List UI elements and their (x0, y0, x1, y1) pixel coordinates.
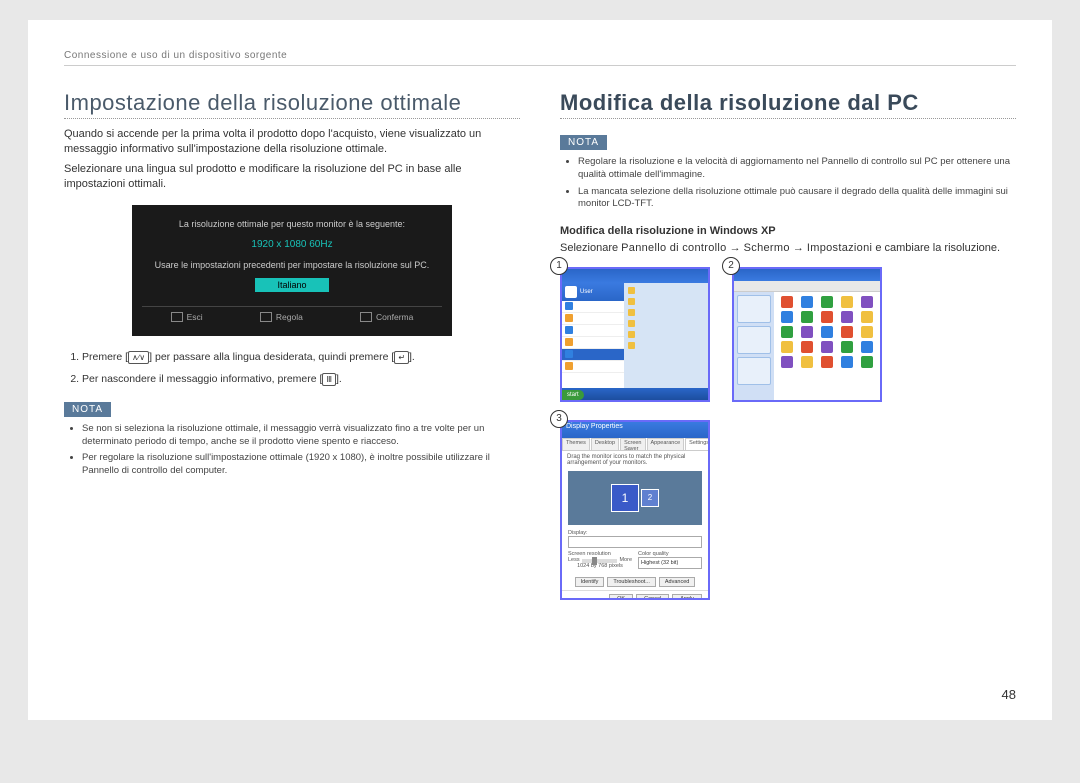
thumb-3-wrap: 3 Display Properties Themes Desktop Scre… (560, 420, 710, 600)
instruction-line: Selezionare Pannello di controllo → Sche… (560, 241, 1016, 256)
thumbnail-row-1: 1 User (560, 267, 1016, 402)
left-paragraph-2: Selezionare una lingua sul prodotto e mo… (64, 162, 520, 193)
nota-badge-right: NOTA (560, 135, 607, 150)
dp-ok-row: OK Cancel Apply (562, 590, 708, 600)
thumb-start-menu: User (560, 267, 710, 402)
dp-desc: Drag the monitor icons to match the phys… (562, 451, 708, 469)
left-column: Impostazione della risoluzione ottimale … (64, 90, 520, 600)
left-paragraph-1: Quando si accende per la prima volta il … (64, 127, 520, 158)
osd-esci: Esci (171, 312, 203, 323)
osd-screenshot: La risoluzione ottimale per questo monit… (132, 205, 452, 337)
start-button: start (562, 390, 584, 400)
steps-list: Premere [∧∕∨] per passare alla lingua de… (64, 350, 520, 388)
dp-monitor-2: 2 (641, 489, 659, 507)
osd-text-2: Usare le impostazioni precedenti per imp… (142, 260, 442, 270)
osd-regola: Regola (260, 312, 303, 323)
path-impostazioni: Impostazioni (807, 242, 872, 254)
osd-button-bar: Esci Regola Conferma (142, 306, 442, 323)
nota-left-item-1: Se non si seleziona la risoluzione ottim… (82, 423, 520, 449)
thumb-3-number: 3 (550, 410, 568, 428)
thumb-2-wrap: 2 (732, 267, 882, 402)
thumb-1-number: 1 (550, 257, 568, 275)
dp-monitor-1: 1 (611, 484, 639, 512)
document-page: Connessione e uso di un dispositivo sorg… (28, 20, 1052, 720)
right-title: Modifica della risoluzione dal PC (560, 90, 1016, 119)
left-title: Impostazione della risoluzione ottimale (64, 90, 520, 119)
subheading-xp: Modifica della risoluzione in Windows XP (560, 225, 1016, 237)
right-column: Modifica della risoluzione dal PC NOTA R… (560, 90, 1016, 600)
step-1: Premere [∧∕∨] per passare alla lingua de… (82, 350, 520, 366)
chapter-header: Connessione e uso di un dispositivo sorg… (64, 50, 1016, 66)
dp-mid-buttons: Identify Troubleshoot... Advanced (562, 574, 708, 590)
osd-text-1: La risoluzione ottimale per questo monit… (142, 219, 442, 229)
step-2: Per nascondere il messaggio informativo,… (82, 372, 520, 388)
page-number: 48 (1002, 687, 1016, 702)
nota-right-item-2: La mancata selezione della risoluzione o… (578, 186, 1016, 212)
osd-resolution: 1920 x 1080 60Hz (142, 239, 442, 250)
nota-list-right: Regolare la risoluzione e la velocità di… (560, 156, 1016, 211)
nota-badge-left: NOTA (64, 402, 111, 417)
thumbnail-row-2: 3 Display Properties Themes Desktop Scre… (560, 420, 1016, 600)
thumb-2-number: 2 (722, 257, 740, 275)
thumb-display-properties: Display Properties Themes Desktop Screen… (560, 420, 710, 600)
osd-language-button: Italiano (255, 278, 328, 292)
dp-title: Display Properties (562, 422, 708, 438)
menu-icon: Ⅲ (322, 373, 336, 386)
content-columns: Impostazione della risoluzione ottimale … (64, 90, 1016, 600)
nota-list-left: Se non si seleziona la risoluzione ottim… (64, 423, 520, 478)
dp-tabs: Themes Desktop Screen Saver Appearance S… (562, 438, 708, 451)
dp-display-dropdown (568, 536, 702, 548)
enter-icon: ↵ (394, 351, 409, 364)
thumb-control-panel (732, 267, 882, 402)
dp-monitor-area: 1 2 (568, 471, 702, 525)
updown-icon: ∧∕∨ (128, 351, 149, 364)
path-schermo: Schermo (744, 242, 790, 254)
path-panel: Pannello di controllo (621, 242, 726, 254)
dp-controls: Display: Screen resolution Less More (562, 527, 708, 574)
osd-conferma: Conferma (360, 312, 413, 323)
nota-left-item-2: Per regolare la risoluzione sull'imposta… (82, 452, 520, 478)
nota-right-item-1: Regolare la risoluzione e la velocità di… (578, 156, 1016, 182)
thumb-1-wrap: 1 User (560, 267, 710, 402)
